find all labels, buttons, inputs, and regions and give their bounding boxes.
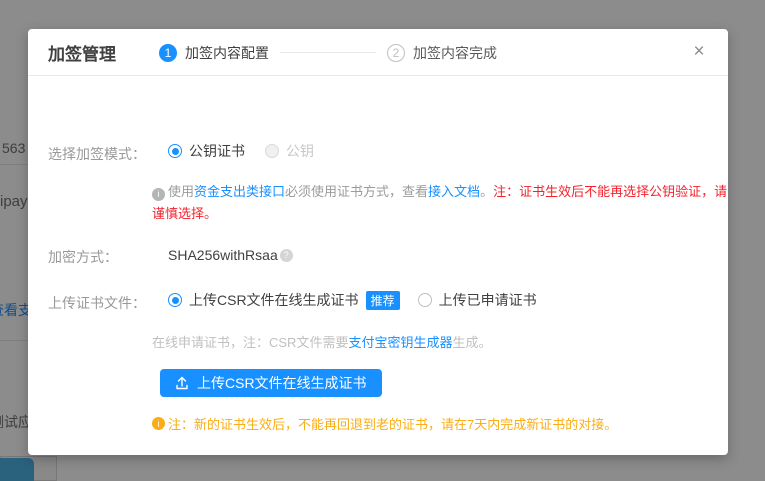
radio-upload-csr-label[interactable]: 上传CSR文件在线生成证书 bbox=[189, 290, 359, 310]
radio-public-key-label[interactable]: 公钥 bbox=[286, 141, 314, 161]
close-icon[interactable]: × bbox=[688, 41, 710, 63]
hint-suffix: 生成。 bbox=[452, 335, 491, 350]
radio-upload-existing-label[interactable]: 上传已申请证书 bbox=[439, 290, 537, 310]
bottom-warning-text: 注：新的证书生效后，不能再回退到老的证书，请在7天内完成新证书的对接。 bbox=[168, 414, 617, 433]
dialog-body: 选择加签模式： 公钥证书 公钥 i使用资金支出类接口必须使用证书方式，查看接入文… bbox=[28, 76, 728, 454]
recommended-badge: 推荐 bbox=[366, 291, 400, 310]
upload-button-label: 上传CSR文件在线生成证书 bbox=[197, 373, 367, 393]
step-2-label: 加签内容完成 bbox=[413, 43, 497, 63]
note-period: 。 bbox=[480, 184, 493, 199]
dialog-header: 加签管理 1 加签内容配置 2 加签内容完成 × bbox=[28, 29, 728, 76]
help-icon[interactable]: ? bbox=[280, 249, 293, 262]
note-middle: 必须使用证书方式，查看 bbox=[285, 184, 428, 199]
funds-api-link[interactable]: 资金支出类接口 bbox=[194, 184, 285, 199]
upload-csr-button[interactable]: 上传CSR文件在线生成证书 bbox=[160, 369, 382, 397]
radio-unselected-icon[interactable] bbox=[418, 293, 432, 307]
key-generator-link[interactable]: 支付宝密钥生成器 bbox=[348, 335, 452, 350]
signature-management-dialog: 加签管理 1 加签内容配置 2 加签内容完成 × 选择加签模式： 公钥证书 公钥 bbox=[28, 29, 728, 455]
cert-warning-line2: 谨慎选择。 bbox=[152, 206, 217, 221]
encryption-row: SHA256withRsaa ? bbox=[168, 247, 293, 263]
radio-selected-icon[interactable] bbox=[168, 293, 182, 307]
radio-public-key-cert-label[interactable]: 公钥证书 bbox=[189, 141, 245, 161]
note-prefix: 使用 bbox=[168, 184, 194, 199]
mode-options: 公钥证书 公钥 bbox=[168, 141, 314, 161]
upload-hint: 在线申请证书，注：CSR文件需要支付宝密钥生成器生成。 bbox=[152, 332, 491, 351]
radio-upload-csr[interactable]: 上传CSR文件在线生成证书 bbox=[168, 290, 359, 310]
warning-icon: i bbox=[152, 417, 165, 430]
cert-warning-line1: 注：证书生效后不能再选择公钥验证，请 bbox=[493, 184, 727, 199]
mode-note: i使用资金支出类接口必须使用证书方式，查看接入文档。注：证书生效后不能再选择公钥… bbox=[152, 181, 727, 225]
hint-prefix: 在线申请证书，注：CSR文件需要 bbox=[152, 335, 348, 350]
radio-public-key-cert[interactable]: 公钥证书 bbox=[168, 141, 245, 161]
encryption-value: SHA256withRsaa bbox=[168, 247, 278, 263]
bottom-warning: i 注：新的证书生效后，不能再回退到老的证书，请在7天内完成新证书的对接。 bbox=[152, 414, 617, 433]
upload-options: 上传CSR文件在线生成证书 推荐 上传已申请证书 bbox=[168, 290, 537, 310]
radio-public-key[interactable]: 公钥 bbox=[265, 141, 314, 161]
radio-upload-existing[interactable]: 上传已申请证书 bbox=[418, 290, 537, 310]
steps-indicator: 1 加签内容配置 2 加签内容完成 bbox=[159, 29, 497, 76]
radio-selected-icon[interactable] bbox=[168, 144, 182, 158]
step-1-circle: 1 bbox=[159, 44, 177, 62]
upload-label: 上传证书文件： bbox=[48, 293, 146, 313]
encryption-label: 加密方式： bbox=[48, 247, 118, 267]
radio-disabled-icon[interactable] bbox=[265, 144, 279, 158]
dialog-title: 加签管理 bbox=[48, 40, 116, 65]
docs-link[interactable]: 接入文档 bbox=[428, 184, 480, 199]
steps-connector bbox=[280, 52, 376, 53]
info-icon: i bbox=[152, 188, 165, 201]
upload-icon bbox=[175, 376, 189, 390]
step-1-label: 加签内容配置 bbox=[185, 43, 269, 63]
step-2-circle: 2 bbox=[387, 44, 405, 62]
mode-label: 选择加签模式： bbox=[48, 144, 146, 164]
